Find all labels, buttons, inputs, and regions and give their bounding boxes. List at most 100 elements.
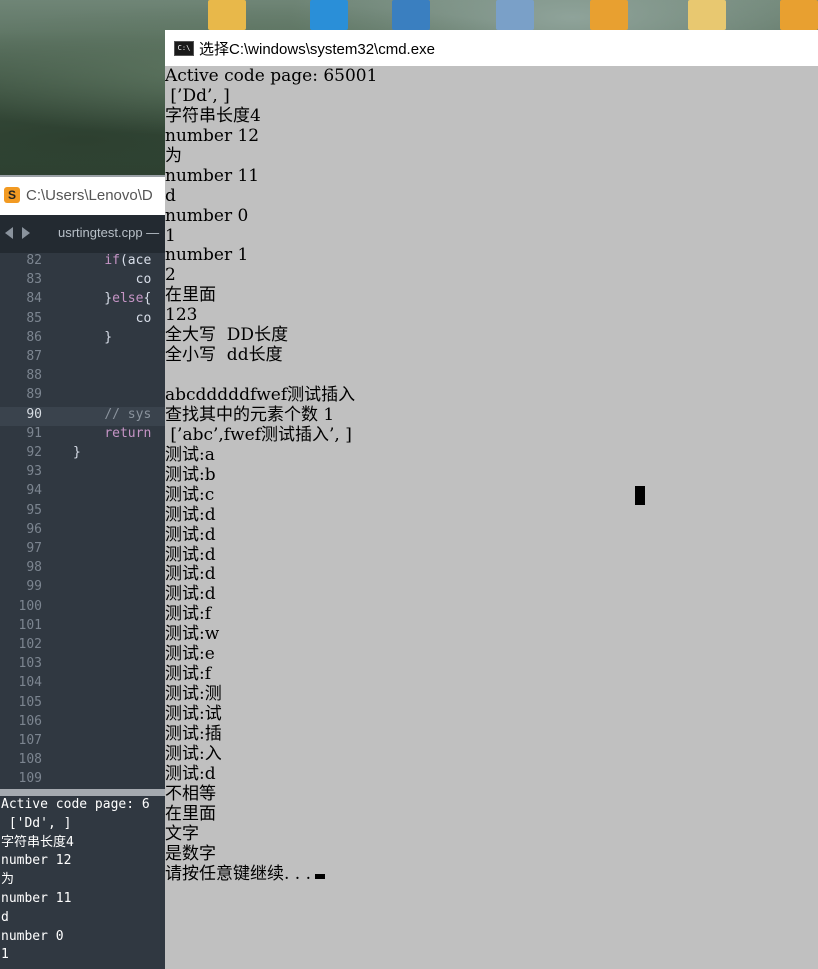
text-cursor <box>315 873 326 879</box>
cmd-output-line: 1 <box>165 226 818 247</box>
cmd-output-line: 请按任意键继续. . . <box>165 864 818 885</box>
code-line[interactable]: 106 <box>0 714 165 733</box>
cmd-output-line: 测试:c <box>165 484 818 506</box>
code-line[interactable]: 86 } <box>0 330 165 349</box>
cmd-output-line: 测试:w <box>165 624 818 645</box>
output-panel-divider[interactable] <box>0 789 165 796</box>
code-line[interactable]: 103 <box>0 656 165 675</box>
code-line[interactable]: 104 <box>0 675 165 694</box>
cmd-output-text: 测试:入 <box>165 743 222 764</box>
cmd-output-text: number 11 <box>165 165 260 186</box>
code-line[interactable]: 92} <box>0 445 165 464</box>
cmd-output-line: 字符串长度4 <box>165 106 818 127</box>
line-number: 96 <box>26 521 42 537</box>
cmd-output-text: 测试:d <box>165 763 216 784</box>
line-number: 106 <box>18 713 42 729</box>
console-line: number 12 <box>1 853 72 869</box>
cmd-output-line: 2 <box>165 265 818 286</box>
code-text: return <box>73 426 151 441</box>
tab-scroll-left-icon[interactable] <box>5 227 13 239</box>
line-number: 101 <box>18 617 42 633</box>
cmd-output-text: 测试:e <box>165 644 215 665</box>
code-line[interactable]: 91 return <box>0 426 165 445</box>
desktop-app-icon[interactable] <box>310 0 348 30</box>
line-number: 87 <box>26 349 42 364</box>
cmd-output-line: 测试:入 <box>165 743 818 765</box>
desktop-control-panel-icon[interactable] <box>392 0 430 30</box>
line-number: 83 <box>26 272 42 288</box>
code-editor[interactable]: 82 if(ace 83 co 84 }else{85 co 86 } 87 88 89 90… <box>0 253 165 789</box>
cmd-output-line: d <box>165 185 818 207</box>
code-line[interactable]: 97 <box>0 541 165 560</box>
cmd-output-line: 测试:d <box>165 525 818 546</box>
code-line[interactable]: 99 <box>0 579 165 598</box>
code-indent: } <box>73 291 113 307</box>
code-line[interactable]: 102 <box>0 637 165 656</box>
code-rest: { <box>143 291 152 307</box>
cmd-output-line: 在里面 <box>165 285 818 306</box>
code-line[interactable]: 101 <box>0 618 165 637</box>
cmd-output-text: 测试:f <box>165 664 212 685</box>
console-line: 1 <box>1 947 9 963</box>
cmd-output-line: number 0 <box>165 206 818 227</box>
code-line[interactable]: 89 <box>0 387 165 406</box>
tab-scroll-right-icon[interactable] <box>22 227 30 239</box>
cmd-titlebar[interactable]: C:\ 选择C:\windows\system32\cmd.exe <box>165 30 818 66</box>
tab-usrtingtest-cpp[interactable]: usrtingtest.cpp — <box>58 225 159 240</box>
cmd-output-text: 测试:f <box>165 604 212 625</box>
code-line[interactable]: 108 <box>0 752 165 771</box>
cmd-output-text: 测试:b <box>165 464 216 485</box>
code-line[interactable]: 90 // sys <box>0 406 165 426</box>
code-line[interactable]: 93 <box>0 464 165 483</box>
console-line: 字符串长度4 <box>1 834 74 850</box>
code-line[interactable]: 98 <box>0 560 165 579</box>
line-number: 85 <box>26 310 42 326</box>
code-line[interactable]: 83 co <box>0 272 165 291</box>
cmd-output-line: 测试:b <box>165 464 818 486</box>
code-keyword: else <box>112 291 144 307</box>
code-line[interactable]: 96 <box>0 522 165 541</box>
cmd-output-text: 为 <box>165 145 182 166</box>
code-line[interactable]: 107 <box>0 733 165 752</box>
line-number: 91 <box>26 425 42 441</box>
build-output-panel[interactable]: Active code page: 6 ['Dd', ] 字符串长度4 number… <box>0 796 165 969</box>
code-line[interactable]: 84 }else{ <box>0 291 165 310</box>
code-keyword: if <box>104 253 120 268</box>
code-text: } <box>73 330 112 345</box>
line-number: 95 <box>26 502 42 518</box>
line-number: 92 <box>26 445 42 460</box>
desktop-sublime-shortcut-icon[interactable] <box>590 0 628 30</box>
code-line[interactable]: 100 <box>0 599 165 618</box>
line-number: 82 <box>26 253 42 268</box>
line-number: 98 <box>26 560 42 576</box>
code-line[interactable]: 87 <box>0 349 165 368</box>
cmd-output[interactable]: Active code page: 65001 [’Dd’, ] 字符串长度4 nu… <box>165 67 818 969</box>
code-text: } <box>73 445 81 460</box>
code-line[interactable]: 94 <box>0 483 165 502</box>
cmd-output-text: 测试:c <box>165 484 215 505</box>
desktop-image-icon[interactable] <box>496 0 534 30</box>
code-line[interactable]: 105 <box>0 695 165 714</box>
sublime-tab-bar: usrtingtest.cpp — <box>0 215 165 253</box>
cmd-output-line: 测试:d <box>165 564 818 585</box>
cmd-output-line: [’abc’,fwef测试插入’, ] <box>165 425 818 446</box>
console-line: number 11 <box>1 890 72 906</box>
cmd-output-text: d <box>165 185 176 206</box>
cmd-output-line: 123 <box>165 305 818 326</box>
cmd-output-text: 测试:d <box>165 504 216 525</box>
cmd-output-text: 测试:w <box>165 624 220 645</box>
cmd-output-text: 123 <box>165 305 198 326</box>
code-line[interactable]: 85 co <box>0 311 165 330</box>
code-line[interactable]: 88 <box>0 368 165 387</box>
line-number: 104 <box>18 675 42 691</box>
code-line[interactable]: 95 <box>0 503 165 522</box>
desktop-sublime-shortcut-icon[interactable] <box>780 0 818 30</box>
cmd-output-text: 查找其中的元素个数 1 <box>165 404 335 425</box>
code-line[interactable]: 109 <box>0 771 165 789</box>
desktop-folder-icon[interactable] <box>208 0 246 30</box>
cmd-output-line: 测试:d <box>165 763 818 785</box>
cmd-output-text: 测试:插 <box>165 723 222 744</box>
sublime-titlebar[interactable]: S C:\Users\Lenovo\D <box>0 175 165 215</box>
desktop-document-icon[interactable] <box>688 0 726 30</box>
code-line[interactable]: 82 if(ace <box>0 253 165 272</box>
